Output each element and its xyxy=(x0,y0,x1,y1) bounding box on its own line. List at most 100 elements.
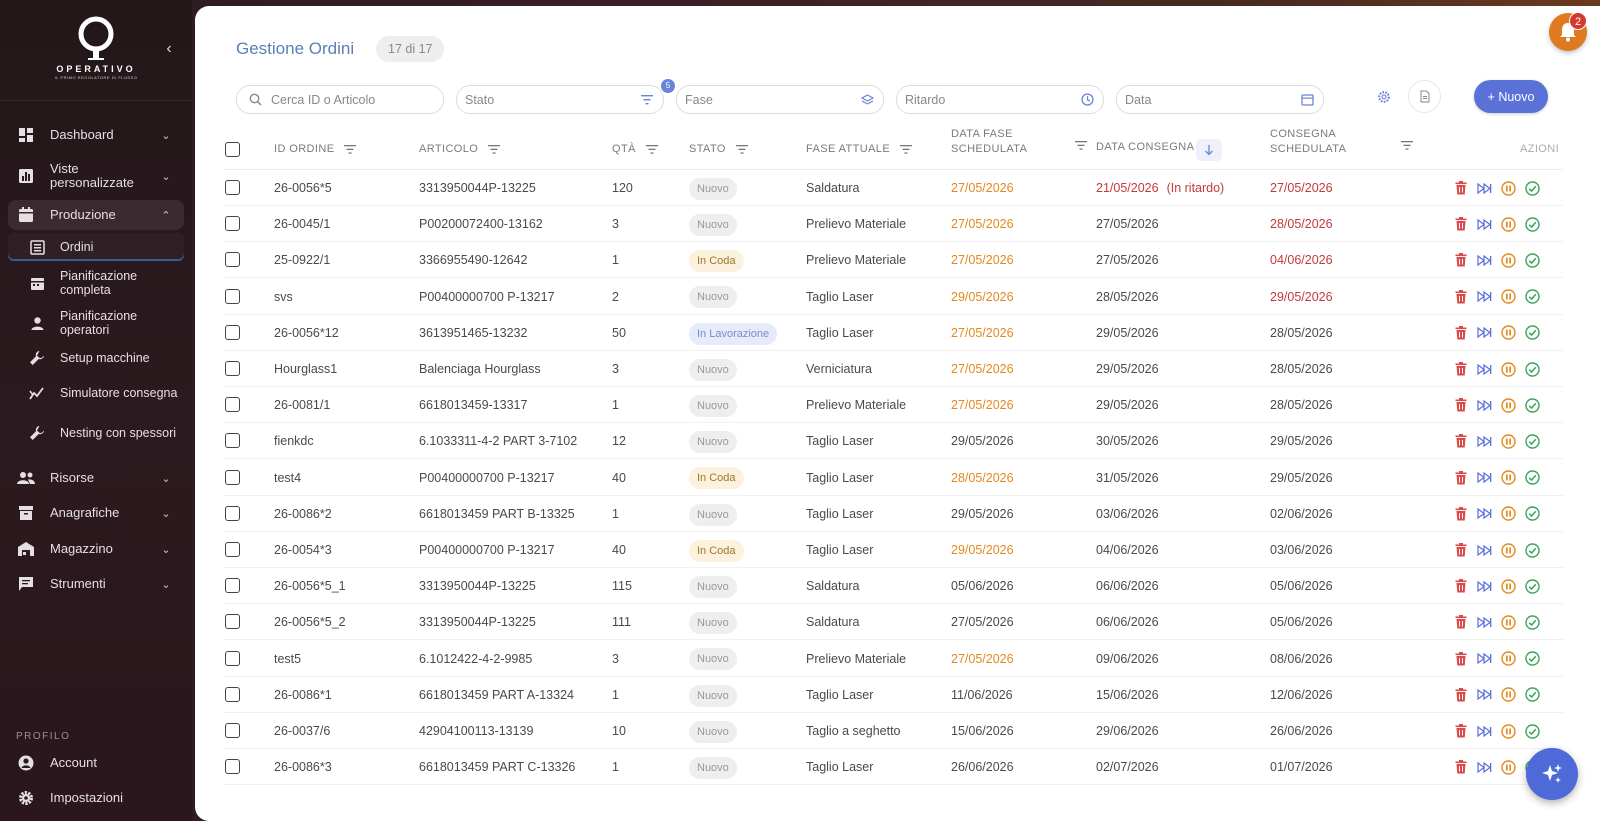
complete-icon[interactable] xyxy=(1525,432,1540,450)
fast-forward-icon[interactable] xyxy=(1477,396,1492,414)
complete-icon[interactable] xyxy=(1525,505,1540,523)
row-checkbox[interactable] xyxy=(225,505,240,521)
delete-icon[interactable] xyxy=(1453,541,1468,559)
pause-icon[interactable] xyxy=(1501,432,1516,450)
row-checkbox[interactable] xyxy=(225,686,240,702)
row-checkbox[interactable] xyxy=(225,216,240,232)
pause-icon[interactable] xyxy=(1501,758,1516,776)
complete-icon[interactable] xyxy=(1525,577,1540,595)
complete-icon[interactable] xyxy=(1525,179,1540,197)
delete-icon[interactable] xyxy=(1453,613,1468,631)
fast-forward-icon[interactable] xyxy=(1477,288,1492,306)
row-checkbox[interactable] xyxy=(225,759,240,775)
pause-icon[interactable] xyxy=(1501,469,1516,487)
table-row[interactable]: fienkdc 6.1033311-4-2 PART 3-7102 12 Nuo… xyxy=(223,423,1563,460)
row-checkbox[interactable] xyxy=(225,288,240,304)
delete-icon[interactable] xyxy=(1453,432,1468,450)
table-row[interactable]: 26-0081/1 6618013459-13317 1 Nuovo Preli… xyxy=(223,387,1563,424)
fast-forward-icon[interactable] xyxy=(1477,469,1492,487)
sidebar-item-dashboard[interactable]: Dashboard ⌄ xyxy=(8,122,184,148)
sort-descending-button[interactable] xyxy=(1196,139,1222,161)
fast-forward-icon[interactable] xyxy=(1477,215,1492,233)
table-row[interactable]: 26-0056*5_2 3313950044P-13225 111 Nuovo … xyxy=(223,604,1563,641)
filter-icon[interactable] xyxy=(645,145,658,154)
row-checkbox[interactable] xyxy=(225,469,240,485)
delete-icon[interactable] xyxy=(1453,686,1468,704)
search-input[interactable]: Cerca ID o Articolo xyxy=(236,85,444,114)
pause-icon[interactable] xyxy=(1501,215,1516,233)
fase-filter-select[interactable]: Fase xyxy=(676,85,884,114)
col-data-fase-schedulata[interactable]: DATA FASE SCHEDULATA xyxy=(951,127,1027,157)
filter-icon[interactable] xyxy=(1075,137,1087,155)
fast-forward-icon[interactable] xyxy=(1477,251,1492,269)
filter-icon[interactable] xyxy=(735,145,748,154)
fast-forward-icon[interactable] xyxy=(1477,613,1492,631)
row-checkbox[interactable] xyxy=(225,180,240,195)
row-checkbox[interactable] xyxy=(225,542,240,557)
complete-icon[interactable] xyxy=(1525,324,1540,342)
sidebar-subitem-pianificazione-completa[interactable]: Pianificazione completa xyxy=(8,268,184,298)
complete-icon[interactable] xyxy=(1525,722,1540,740)
row-checkbox[interactable] xyxy=(225,723,240,738)
complete-icon[interactable] xyxy=(1525,541,1540,559)
complete-icon[interactable] xyxy=(1525,288,1540,306)
fast-forward-icon[interactable] xyxy=(1477,432,1492,450)
fast-forward-icon[interactable] xyxy=(1477,686,1492,704)
table-row[interactable]: 26-0086*3 6618013459 PART C-13326 1 Nuov… xyxy=(223,749,1563,786)
table-row[interactable]: 26-0086*2 6618013459 PART B-13325 1 Nuov… xyxy=(223,496,1563,532)
row-checkbox[interactable] xyxy=(225,650,240,666)
complete-icon[interactable] xyxy=(1525,396,1540,414)
delete-icon[interactable] xyxy=(1453,179,1468,197)
complete-icon[interactable] xyxy=(1525,686,1540,704)
collapse-sidebar-button[interactable]: ‹ xyxy=(160,40,178,58)
pause-icon[interactable] xyxy=(1501,686,1516,704)
sidebar-subitem-pianificazione-operatori[interactable]: Pianificazione operatori xyxy=(8,308,184,338)
complete-icon[interactable] xyxy=(1525,360,1540,378)
data-filter-input[interactable]: Data xyxy=(1116,85,1324,114)
pause-icon[interactable] xyxy=(1501,722,1516,740)
table-row[interactable]: 25-0922/1 3366955490-12642 1 In Coda Pre… xyxy=(223,242,1563,279)
table-row[interactable]: 26-0056*5 3313950044P-13225 120 Nuovo Sa… xyxy=(223,170,1563,206)
sidebar-item-viste[interactable]: Viste personalizzate ⌄ xyxy=(8,160,184,192)
table-row[interactable]: 26-0054*3 P00400000700 P-13217 40 In Cod… xyxy=(223,532,1563,568)
settings-button[interactable] xyxy=(1367,80,1400,113)
delete-icon[interactable] xyxy=(1453,251,1468,269)
pause-icon[interactable] xyxy=(1501,541,1516,559)
pause-icon[interactable] xyxy=(1501,396,1516,414)
delete-icon[interactable] xyxy=(1453,722,1468,740)
sidebar-subitem-ordini[interactable]: Ordini xyxy=(8,233,184,261)
complete-icon[interactable] xyxy=(1525,215,1540,233)
delete-icon[interactable] xyxy=(1453,215,1468,233)
row-checkbox[interactable] xyxy=(225,433,240,449)
delete-icon[interactable] xyxy=(1453,758,1468,776)
sidebar-item-magazzino[interactable]: Magazzino ⌄ xyxy=(8,536,184,562)
row-checkbox[interactable] xyxy=(225,252,240,268)
pause-icon[interactable] xyxy=(1501,613,1516,631)
table-row[interactable]: test5 6.1012422-4-2-9985 3 Nuovo Preliev… xyxy=(223,641,1563,677)
col-id-ordine[interactable]: ID ORDINE xyxy=(274,142,357,157)
pause-icon[interactable] xyxy=(1501,650,1516,668)
sidebar-item-risorse[interactable]: Risorse ⌄ xyxy=(8,465,184,491)
pause-icon[interactable] xyxy=(1501,360,1516,378)
delete-icon[interactable] xyxy=(1453,469,1468,487)
delete-icon[interactable] xyxy=(1453,288,1468,306)
complete-icon[interactable] xyxy=(1525,469,1540,487)
fast-forward-icon[interactable] xyxy=(1477,360,1492,378)
table-row[interactable]: 26-0037/6 42904100113-13139 10 Nuovo Tag… xyxy=(223,713,1563,749)
pause-icon[interactable] xyxy=(1501,179,1516,197)
fast-forward-icon[interactable] xyxy=(1477,505,1492,523)
sidebar-item-strumenti[interactable]: Strumenti ⌄ xyxy=(8,571,184,597)
table-row[interactable]: 26-0086*1 6618013459 PART A-13324 1 Nuov… xyxy=(223,677,1563,713)
fast-forward-icon[interactable] xyxy=(1477,722,1492,740)
table-row[interactable]: 26-0056*12 3613951465-13232 50 In Lavora… xyxy=(223,315,1563,351)
delete-icon[interactable] xyxy=(1453,324,1468,342)
pause-icon[interactable] xyxy=(1501,505,1516,523)
fast-forward-icon[interactable] xyxy=(1477,324,1492,342)
delete-icon[interactable] xyxy=(1453,396,1468,414)
pause-icon[interactable] xyxy=(1501,577,1516,595)
filter-icon[interactable] xyxy=(1401,137,1413,155)
col-consegna-schedulata[interactable]: CONSEGNA SCHEDULATA xyxy=(1270,127,1346,157)
stato-filter-select[interactable]: Stato xyxy=(456,85,664,114)
col-qta[interactable]: QTÀ xyxy=(612,142,658,157)
ai-assistant-button[interactable] xyxy=(1526,748,1578,800)
